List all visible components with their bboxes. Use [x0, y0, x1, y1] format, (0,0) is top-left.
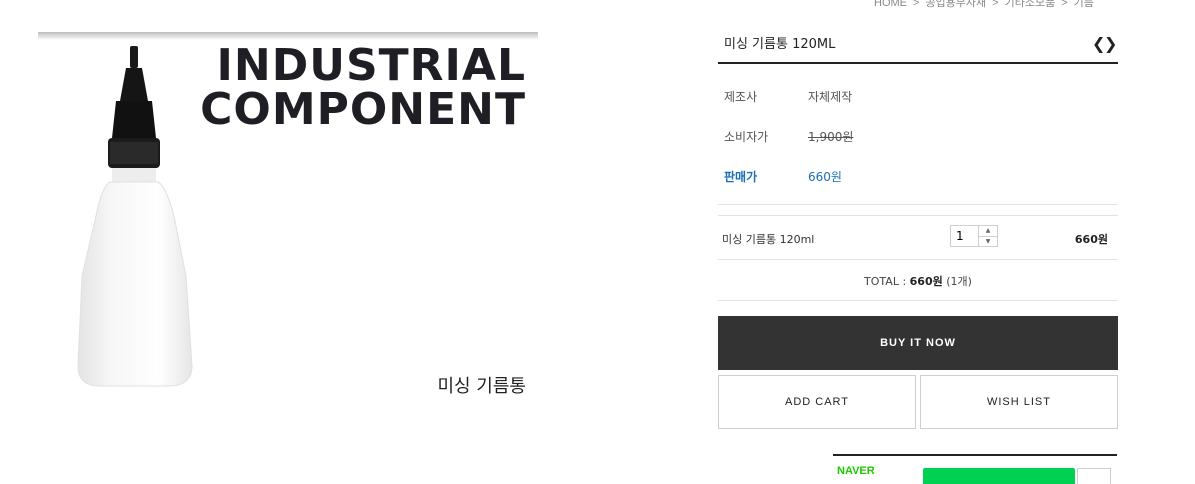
breadcrumb-category[interactable]: 공업용부자재 [925, 0, 986, 9]
oil-bottle-image [77, 46, 193, 387]
caret-down-icon[interactable]: ▼ [979, 237, 997, 247]
title-row: 미싱 기름통 120ML ❮❯ [718, 30, 1118, 64]
breadcrumb: HOME > 공업용부자재 > 기타소모품 > 기름 [874, 0, 1094, 10]
headline-line-1: INDUSTRIAL [216, 40, 526, 91]
spec-row-sale-price: 판매가 660원 [718, 144, 1118, 184]
image-top-border [38, 32, 538, 40]
breadcrumb-subcategory[interactable]: 기타소모품 [1005, 0, 1056, 9]
spec-label: 제조사 [724, 90, 758, 104]
divider [718, 215, 1118, 216]
chevron-right-icon: > [913, 0, 920, 9]
total-count: (1개) [946, 275, 972, 288]
caret-up-icon[interactable]: ▲ [979, 226, 997, 237]
spec-label: 판매가 [724, 170, 758, 184]
naver-pay-area: NAVER [833, 454, 1117, 484]
wish-list-button[interactable]: WISH LIST [920, 375, 1118, 429]
divider [718, 259, 1118, 260]
quantity-stepper: ▲ ▼ [950, 225, 998, 247]
product-image[interactable]: INDUSTRIAL COMPONENT 미싱 기름통 [38, 32, 538, 402]
chevron-left-icon[interactable]: ❮ [1092, 34, 1105, 53]
spec-label: 소비자가 [724, 130, 769, 144]
spec-row-manufacturer: 제조사 자체제작 [718, 64, 1118, 104]
naver-wish-button[interactable] [1077, 468, 1111, 484]
naver-logo: NAVER [837, 465, 875, 477]
spec-value: 자체제작 [808, 90, 853, 104]
add-cart-button[interactable]: ADD CART [718, 375, 916, 429]
consumer-price: 1,900원 [808, 130, 854, 144]
chevron-right-icon[interactable]: ❯ [1104, 34, 1117, 53]
chevron-right-icon: > [1061, 0, 1068, 9]
option-price: 660원 [1074, 233, 1108, 246]
image-caption: 미싱 기름통 [437, 376, 526, 397]
option-name: 미싱 기름통 120ml [722, 233, 815, 246]
headline-line-2: COMPONENT [200, 84, 526, 135]
product-info-panel: 미싱 기름통 120ML ❮❯ 제조사 자체제작 소비자가 1,900원 판매가… [718, 30, 1118, 429]
total-label: TOTAL : [864, 275, 910, 288]
total-amount: 660원 [909, 275, 943, 288]
headline: INDUSTRIAL COMPONENT [200, 44, 526, 132]
chevron-right-icon: > [992, 0, 999, 9]
breadcrumb-home[interactable]: HOME [874, 0, 907, 9]
total: TOTAL : 660원 (1개) [718, 273, 1118, 289]
divider [718, 204, 1118, 205]
breadcrumb-current[interactable]: 기름 [1074, 0, 1094, 9]
naver-pay-button[interactable] [923, 468, 1075, 484]
spec-row-consumer-price: 소비자가 1,900원 [718, 104, 1118, 144]
sale-price: 660원 [808, 170, 842, 184]
divider [718, 300, 1118, 301]
quantity-spin: ▲ ▼ [978, 226, 997, 246]
product-nav: ❮❯ [1092, 34, 1117, 53]
product-title: 미싱 기름통 120ML [724, 37, 836, 52]
buy-now-button[interactable]: BUY IT NOW [718, 316, 1118, 370]
